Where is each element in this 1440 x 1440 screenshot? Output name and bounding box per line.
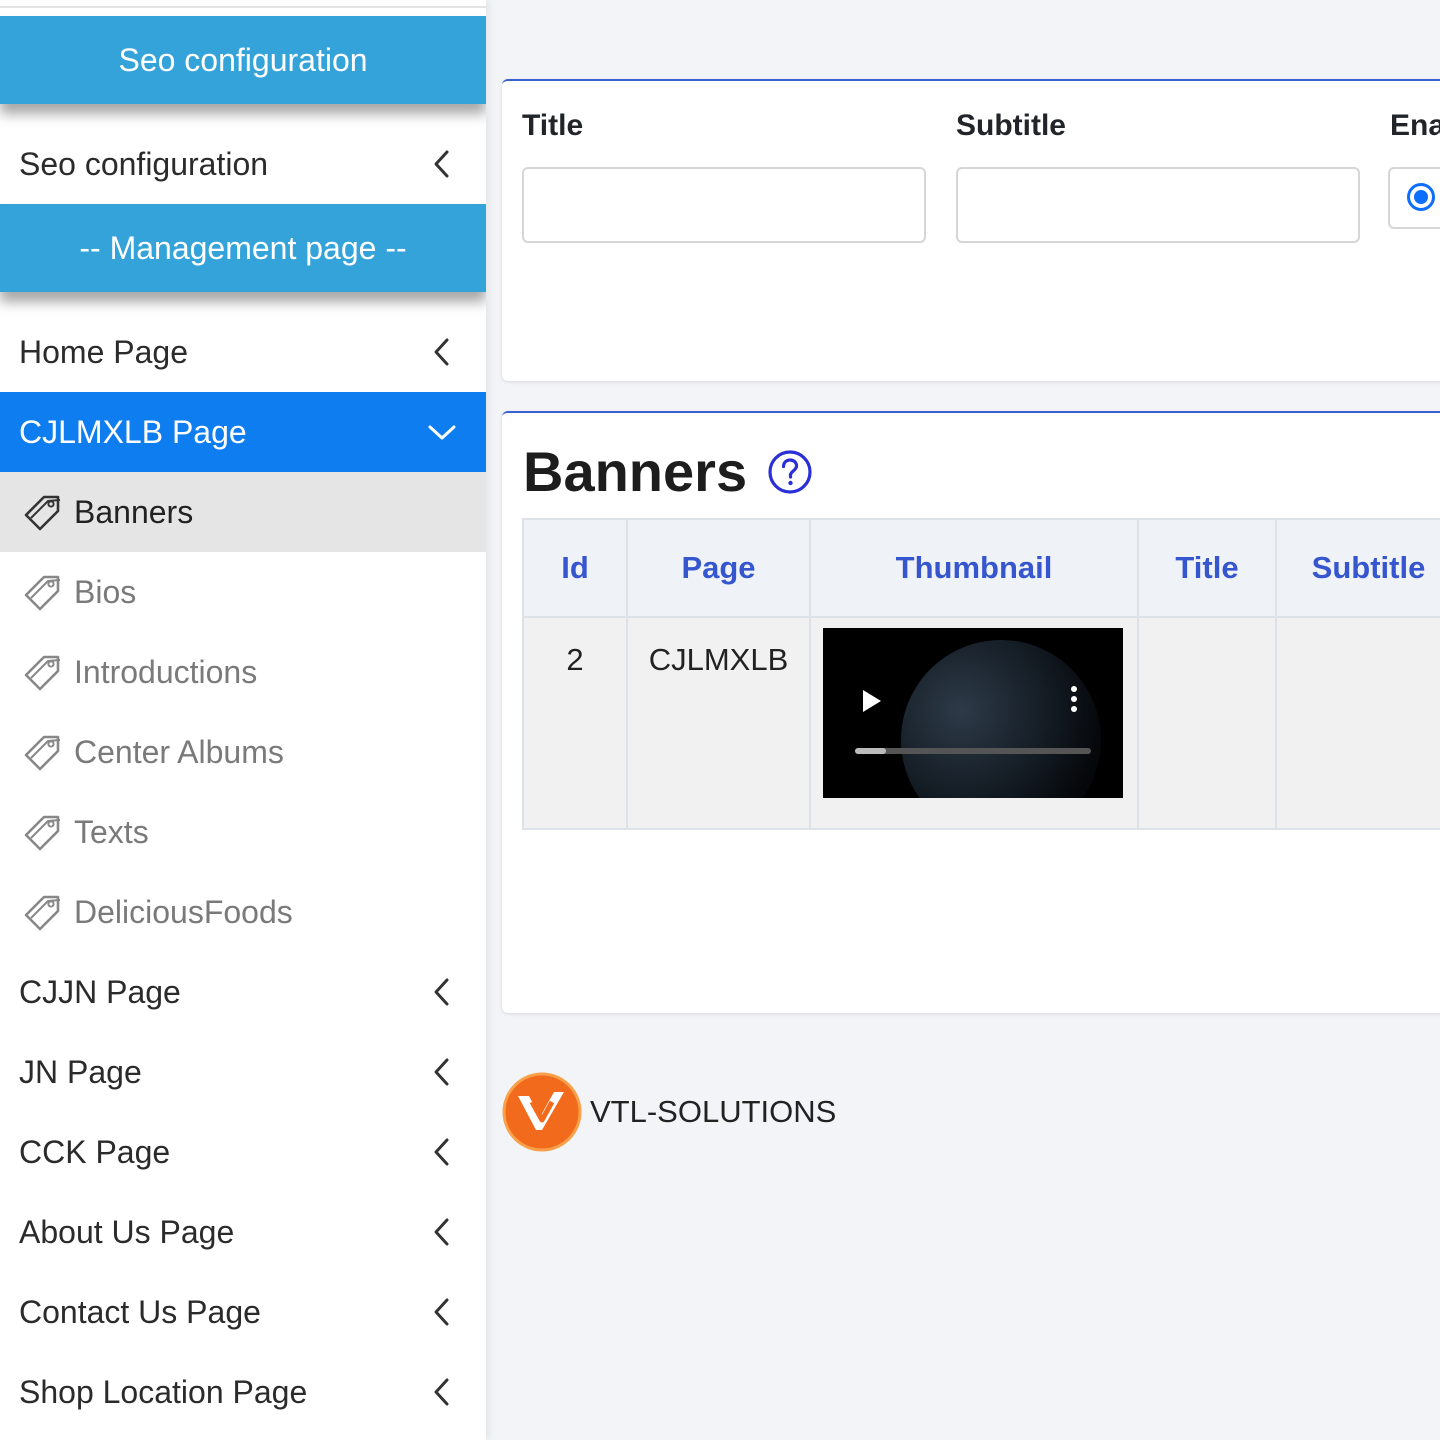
sidebar-item-jn-page[interactable]: JN Page (0, 1032, 486, 1112)
more-options-icon[interactable] (1071, 686, 1079, 716)
cell-page: CJLMXLB (626, 616, 811, 830)
submenu-item-label: Center Albums (74, 733, 284, 770)
title-label: Title (522, 109, 584, 142)
tag-icon (22, 570, 66, 614)
sidebar-item-label: Home Page (19, 333, 188, 370)
tag-icon (22, 650, 66, 694)
sidebar-item-label: CJJN Page (19, 973, 181, 1010)
chevron-down-icon (402, 392, 482, 472)
banners-heading: Banners (523, 440, 748, 503)
banners-heading-row: Banners (523, 439, 815, 504)
earth-image (901, 640, 1101, 798)
submenu-item-bios[interactable]: Bios (0, 552, 486, 632)
sidebar-item-label: CJLMXLB Page (19, 413, 247, 450)
chevron-left-icon (402, 952, 482, 1032)
sidebar-item-seo-configuration[interactable]: Seo configuration (0, 124, 486, 204)
management-page-section-header: -- Management page -- (0, 204, 486, 292)
column-header-title[interactable]: Title (1137, 518, 1277, 618)
submenu-item-introductions[interactable]: Introductions (0, 632, 486, 712)
sidebar-item-shop-location-page[interactable]: Shop Location Page (0, 1352, 486, 1432)
banners-card: Banners Id Page Thumbnail Title Subtitle… (502, 411, 1440, 1013)
column-header-subtitle[interactable]: Subtitle (1275, 518, 1440, 618)
tag-icon (22, 730, 66, 774)
cell-thumbnail (809, 616, 1139, 830)
chevron-left-icon (402, 1192, 482, 1272)
title-input[interactable] (522, 167, 926, 243)
sidebar-item-label: CCK Page (19, 1133, 171, 1170)
sidebar-item-label: Shop Location Page (19, 1373, 308, 1410)
submenu-item-texts[interactable]: Texts (0, 792, 486, 872)
cell-id: 2 (522, 616, 628, 830)
enabled-label: Ena (1390, 109, 1440, 142)
tag-icon (22, 490, 66, 534)
sidebar-item-about-us-page[interactable]: About Us Page (0, 1192, 486, 1272)
table-row[interactable]: 2 CJLMXLB (522, 616, 1440, 830)
column-header-page[interactable]: Page (626, 518, 811, 618)
tag-icon (22, 890, 66, 934)
banner-form-card: Title Subtitle Ena (502, 79, 1440, 381)
help-icon[interactable] (767, 448, 815, 496)
submenu-item-label: DeliciousFoods (74, 893, 293, 930)
sidebar-item-label: Contact Us Page (19, 1293, 261, 1330)
submenu-item-center-albums[interactable]: Center Albums (0, 712, 486, 792)
chevron-left-icon (402, 1032, 482, 1112)
video-thumbnail[interactable] (823, 628, 1123, 798)
sidebar: Seo configuration Seo configuration -- M… (0, 0, 486, 1440)
enabled-radio[interactable] (1407, 183, 1435, 211)
banners-table: Id Page Thumbnail Title Subtitle 2 CJLMX… (522, 518, 1440, 830)
submenu-item-deliciousfoods[interactable]: DeliciousFoods (0, 872, 486, 952)
chevron-left-icon (402, 312, 482, 392)
sidebar-top-divider (0, 6, 486, 8)
video-progress-fill (855, 748, 886, 754)
sidebar-item-contact-us-page[interactable]: Contact Us Page (0, 1272, 486, 1352)
submenu-item-label: Banners (74, 493, 194, 530)
submenu-item-label: Texts (74, 813, 149, 850)
subtitle-input[interactable] (956, 167, 1360, 243)
brand-name: VTL-SOLUTIONS (590, 1094, 837, 1129)
chevron-left-icon (402, 1112, 482, 1192)
column-header-id[interactable]: Id (522, 518, 628, 618)
chevron-left-icon (402, 1352, 482, 1432)
vtl-logo-icon (502, 1072, 582, 1152)
submenu-item-label: Introductions (74, 653, 258, 690)
seo-config-section-header: Seo configuration (0, 16, 486, 104)
cell-title (1137, 616, 1277, 830)
table-header-row: Id Page Thumbnail Title Subtitle (522, 518, 1440, 618)
column-header-thumbnail[interactable]: Thumbnail (809, 518, 1139, 618)
subtitle-label: Subtitle (956, 109, 1066, 142)
submenu-item-banners[interactable]: Banners (0, 472, 486, 552)
sidebar-item-home-page[interactable]: Home Page (0, 312, 486, 392)
sidebar-item-label: JN Page (19, 1053, 142, 1090)
chevron-left-icon (402, 1272, 482, 1352)
sidebar-item-label: About Us Page (19, 1213, 235, 1250)
sidebar-item-cck-page[interactable]: CCK Page (0, 1112, 486, 1192)
sidebar-item-cjjn-page[interactable]: CJJN Page (0, 952, 486, 1032)
chevron-left-icon (402, 124, 482, 204)
tag-icon (22, 810, 66, 854)
cell-subtitle (1275, 616, 1440, 830)
play-icon[interactable] (863, 690, 881, 712)
sidebar-item-label: Seo configuration (19, 145, 269, 182)
footer-brand: VTL-SOLUTIONS (502, 1072, 836, 1152)
submenu-item-label: Bios (74, 573, 137, 610)
video-progress-track[interactable] (855, 748, 1091, 754)
enabled-radio-group (1388, 167, 1440, 229)
sidebar-item-cjlmxlb-page[interactable]: CJLMXLB Page (0, 392, 486, 472)
